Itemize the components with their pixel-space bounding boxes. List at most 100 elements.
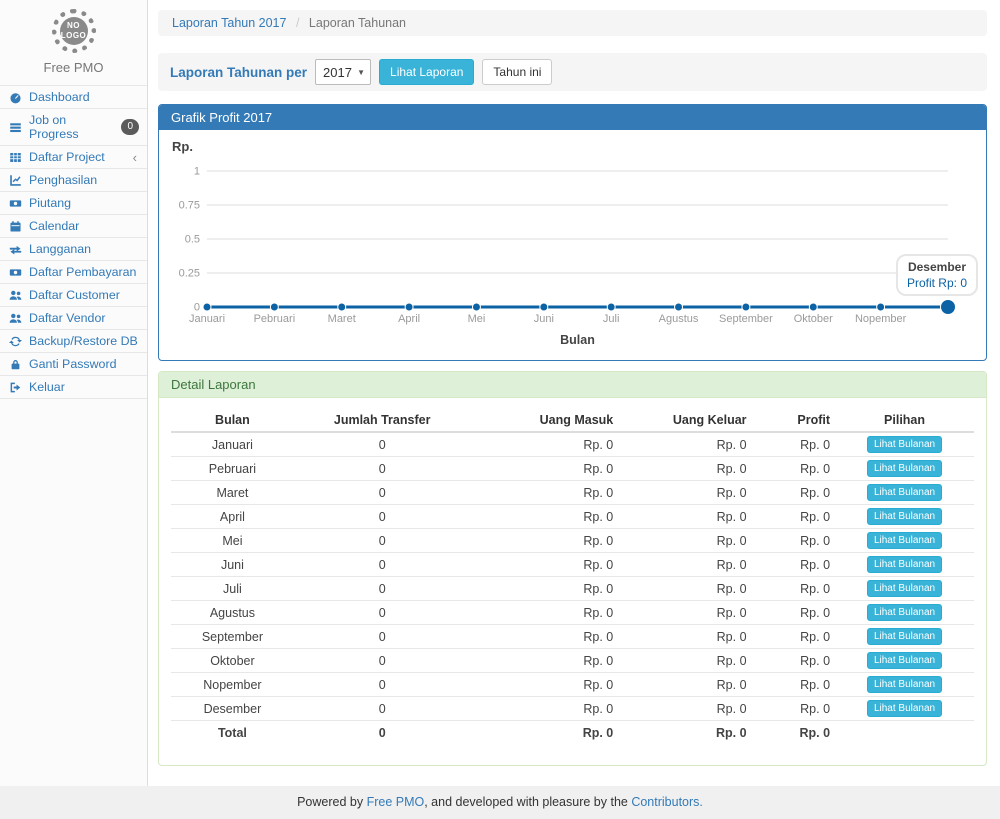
data-point (877, 303, 885, 311)
cell-masuk: Rp. 0 (471, 529, 619, 553)
lihat-bulanan-button[interactable]: Lihat Bulanan (867, 532, 942, 549)
content: Laporan Tahun 2017 / Laporan Tahunan Lap… (148, 0, 1000, 786)
sidebar-row-daftar-customer: Daftar Customer (0, 283, 147, 306)
breadcrumb-link[interactable]: Laporan Tahun 2017 (172, 16, 286, 30)
lihat-bulanan-button[interactable]: Lihat Bulanan (867, 652, 942, 669)
cell-action: Lihat Bulanan (835, 457, 974, 481)
cell-action: Lihat Bulanan (835, 481, 974, 505)
brand-name: Free PMO (0, 60, 147, 75)
lihat-bulanan-button[interactable]: Lihat Bulanan (867, 508, 942, 525)
cell-profit: Rp. 0 (752, 601, 836, 625)
cell-jumlah: 0 (294, 457, 471, 481)
cell-bulan: Nopember (171, 673, 294, 697)
data-point (338, 303, 346, 311)
sidebar-item-job-on-progress[interactable]: Job on Progress0 (0, 109, 147, 145)
profit-line-chart[interactable]: 00.250.50.751JanuariPebruariMaretAprilMe… (171, 136, 974, 352)
sidebar-item-daftar-pembayaran[interactable]: Daftar Pembayaran (0, 261, 147, 283)
report-toolbar: Laporan Tahunan per 2017 ▼ Lihat Laporan… (158, 53, 987, 91)
lihat-bulanan-button[interactable]: Lihat Bulanan (867, 436, 942, 453)
users-icon (9, 312, 23, 325)
sidebar-item-backup-restore-db[interactable]: Backup/Restore DB (0, 330, 147, 352)
column-header: Jumlah Transfer (294, 408, 471, 432)
cell-masuk: Rp. 0 (471, 553, 619, 577)
cell-bulan: Juni (171, 553, 294, 577)
svg-text:Bulan: Bulan (560, 333, 595, 347)
sidebar-item-ganti-password[interactable]: Ganti Password (0, 353, 147, 375)
table-row: April0Rp. 0Rp. 0Rp. 0Lihat Bulanan (171, 505, 974, 529)
svg-text:Maret: Maret (328, 313, 356, 325)
lihat-bulanan-button[interactable]: Lihat Bulanan (867, 628, 942, 645)
cell-jumlah: 0 (294, 505, 471, 529)
cell-masuk: Rp. 0 (471, 649, 619, 673)
cell-profit: Rp. 0 (752, 673, 836, 697)
sidebar-item-dashboard[interactable]: Dashboard (0, 86, 147, 108)
cell-keluar: Rp. 0 (618, 529, 751, 553)
data-point (270, 303, 278, 311)
data-point (742, 303, 750, 311)
sidebar-item-daftar-vendor[interactable]: Daftar Vendor (0, 307, 147, 329)
cell-profit: Rp. 0 (752, 553, 836, 577)
svg-text:0.75: 0.75 (179, 200, 200, 212)
year-select-value: 2017 (323, 65, 352, 80)
cell-action: Lihat Bulanan (835, 673, 974, 697)
column-header: Uang Keluar (618, 408, 751, 432)
footer-text-middle: , and developed with pleasure by the (424, 795, 631, 809)
cell-jumlah: 0 (294, 577, 471, 601)
cell-keluar: Rp. 0 (618, 577, 751, 601)
table-row: Desember0Rp. 0Rp. 0Rp. 0Lihat Bulanan (171, 697, 974, 721)
cell-masuk: Rp. 0 (471, 625, 619, 649)
sidebar-item-label: Backup/Restore DB (29, 334, 138, 348)
lihat-bulanan-button[interactable]: Lihat Bulanan (867, 460, 942, 477)
cell-keluar: Rp. 0 (618, 457, 751, 481)
sidebar-item-penghasilan[interactable]: Penghasilan (0, 169, 147, 191)
lihat-bulanan-button[interactable]: Lihat Bulanan (867, 676, 942, 693)
tahun-ini-button[interactable]: Tahun ini (482, 59, 552, 85)
sidebar-item-daftar-project[interactable]: Daftar Project‹ (0, 146, 147, 168)
cell-profit: Rp. 0 (752, 649, 836, 673)
cell-jumlah: 0 (294, 625, 471, 649)
sidebar-item-keluar[interactable]: Keluar (0, 376, 147, 398)
cell-jumlah: 0 (294, 481, 471, 505)
lihat-bulanan-button[interactable]: Lihat Bulanan (867, 556, 942, 573)
caret-down-icon: ▼ (357, 68, 365, 77)
cell-bulan: September (171, 625, 294, 649)
chart-panel: Grafik Profit 2017 Rp. 00.250.50.751Janu… (158, 104, 987, 361)
sidebar-row-daftar-vendor: Daftar Vendor (0, 306, 147, 329)
sidebar-item-calendar[interactable]: Calendar (0, 215, 147, 237)
brand: NO LOGO Free PMO (0, 0, 147, 75)
sidebar-item-label: Daftar Customer (29, 288, 120, 302)
sidebar-item-label: Piutang (29, 196, 71, 210)
lihat-bulanan-button[interactable]: Lihat Bulanan (867, 484, 942, 501)
cell-profit: Rp. 0 (752, 529, 836, 553)
lihat-bulanan-button[interactable]: Lihat Bulanan (867, 604, 942, 621)
sidebar-item-piutang[interactable]: Piutang (0, 192, 147, 214)
sidebar-item-label: Penghasilan (29, 173, 97, 187)
sidebar-item-label: Daftar Pembayaran (29, 265, 136, 279)
data-point (472, 303, 480, 311)
sign-out-icon (9, 381, 23, 394)
lihat-bulanan-button[interactable]: Lihat Bulanan (867, 580, 942, 597)
chart-tooltip-label: Desember (907, 260, 967, 274)
sidebar-item-label: Daftar Vendor (29, 311, 105, 325)
breadcrumb-separator: / (296, 16, 299, 30)
chart-tooltip: Desember Profit Rp: 0 (896, 254, 978, 296)
svg-text:Juni: Juni (534, 313, 554, 325)
footer-link-free-pmo[interactable]: Free PMO (367, 795, 425, 809)
chart-tooltip-value: Profit Rp: 0 (907, 276, 967, 290)
table-row: Juli0Rp. 0Rp. 0Rp. 0Lihat Bulanan (171, 577, 974, 601)
refresh-icon (9, 335, 23, 348)
detail-panel: Detail Laporan BulanJumlah TransferUang … (158, 371, 987, 766)
dashboard-icon (9, 91, 23, 104)
table-row: Pebruari0Rp. 0Rp. 0Rp. 0Lihat Bulanan (171, 457, 974, 481)
sidebar: NO LOGO Free PMO DashboardJob on Progres… (0, 0, 148, 786)
detail-panel-body: BulanJumlah TransferUang MasukUang Kelua… (159, 398, 986, 765)
cell-bulan: Oktober (171, 649, 294, 673)
svg-text:April: April (398, 313, 420, 325)
year-select[interactable]: 2017 ▼ (315, 59, 371, 85)
lihat-laporan-button[interactable]: Lihat Laporan (379, 59, 474, 85)
lihat-bulanan-button[interactable]: Lihat Bulanan (867, 700, 942, 717)
sidebar-item-langganan[interactable]: Langganan (0, 238, 147, 260)
sidebar-item-daftar-customer[interactable]: Daftar Customer (0, 284, 147, 306)
sidebar-row-keluar: Keluar (0, 375, 147, 399)
footer-link-contributors[interactable]: Contributors. (631, 795, 703, 809)
